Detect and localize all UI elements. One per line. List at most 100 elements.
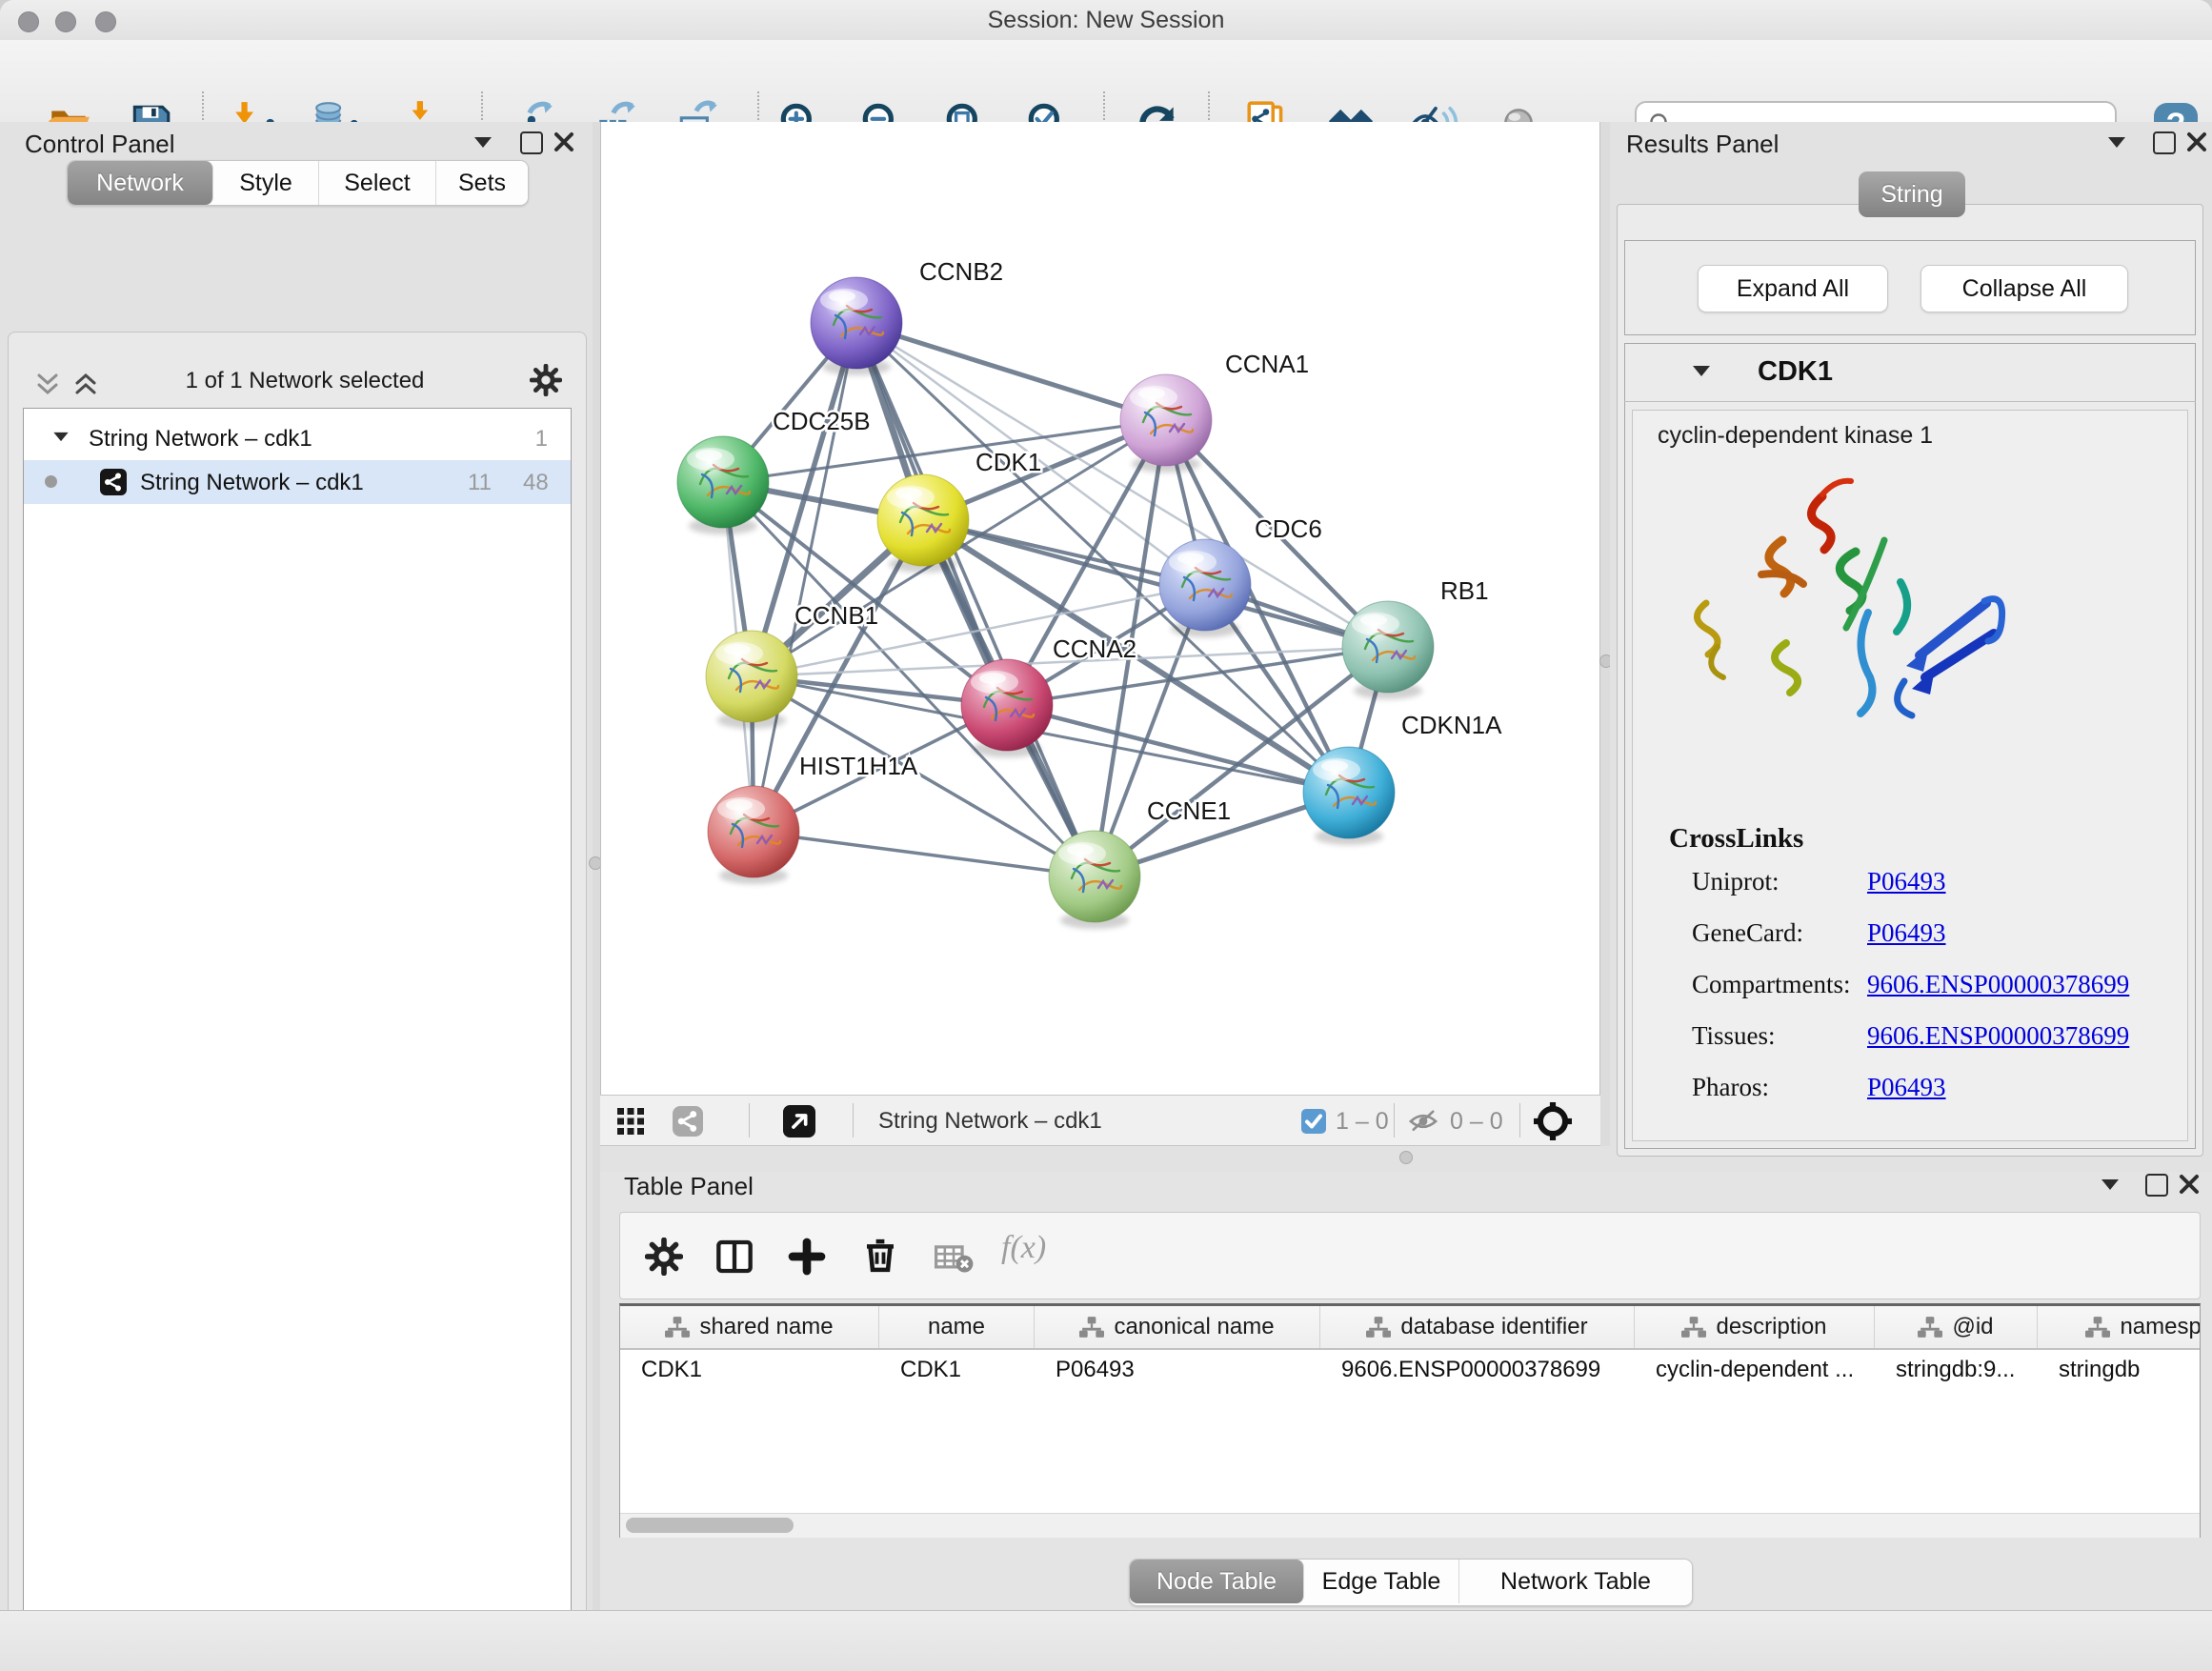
network-selected-status: 1 of 1 Network selected [105, 368, 505, 394]
cell-namespace: stringdb [2038, 1350, 2201, 1390]
node-table: shared name name canonical name database id… [619, 1303, 2201, 1538]
shared-column-icon [2085, 1317, 2110, 1338]
title-bar: Session: New Session [0, 0, 2212, 41]
tab-edge-table[interactable]: Edge Table [1304, 1560, 1459, 1603]
collection-disclosure-icon[interactable] [53, 433, 68, 441]
string-tab-label: String [1880, 181, 1942, 209]
table-row[interactable]: CDK1CDK1P064939606.ENSP00000378699cyclin… [620, 1350, 2201, 1390]
edge-CDC6-CCNB1[interactable] [752, 585, 1205, 676]
collection-label: String Network – cdk1 [89, 426, 312, 453]
gene-section-header[interactable]: CDK1 [1624, 343, 2196, 402]
node-label-CCNA1: CCNA1 [1225, 350, 1309, 378]
current-network-dot-icon [45, 475, 57, 488]
birds-eye-grid-icon[interactable] [617, 1108, 644, 1135]
status-bar: Memory [0, 1610, 2212, 1671]
crosslink-link[interactable]: P06493 [1867, 1073, 1946, 1102]
tab-string[interactable]: String [1859, 171, 1965, 217]
delete-table-icon [935, 1243, 975, 1274]
column-label: canonical name [1114, 1314, 1274, 1340]
crosslink-link[interactable]: P06493 [1867, 918, 1946, 948]
column-header-name[interactable]: name [879, 1306, 1035, 1348]
node-label-RB1: RB1 [1440, 576, 1489, 605]
edge-CCNB2-CCNA1[interactable] [856, 323, 1166, 420]
column-header-@id[interactable]: @id [1875, 1306, 2038, 1348]
cell-@id: stringdb:9... [1875, 1350, 2038, 1390]
panel-menu-icon[interactable] [2101, 1179, 2119, 1190]
crosslink-link[interactable]: P06493 [1867, 867, 1946, 896]
hidden-count: 0 – 0 [1450, 1096, 1503, 1147]
column-header-database-identifier[interactable]: database identifier [1320, 1306, 1635, 1348]
show-columns-icon[interactable] [715, 1238, 754, 1276]
tab-sets[interactable]: Sets [436, 161, 528, 205]
delete-column-icon[interactable] [860, 1236, 900, 1276]
crosslink-link[interactable]: 9606.ENSP00000378699 [1867, 970, 2129, 999]
collapse-all-tree-icon[interactable] [34, 372, 61, 398]
network-view-canvas[interactable]: CCNB2CCNA1CDC25BCDK1CDC6RB1CCNB1CCNA2CDK… [600, 122, 1600, 1095]
share-style-icon[interactable] [673, 1106, 703, 1137]
shared-column-icon [1681, 1317, 1706, 1338]
cell-database-identifier: 9606.ENSP00000378699 [1320, 1350, 1635, 1390]
column-header-canonical-name[interactable]: canonical name [1035, 1306, 1320, 1348]
scrollbar-thumb[interactable] [626, 1518, 794, 1533]
close-panel-icon[interactable] [2178, 1173, 2201, 1196]
shared-column-icon [1918, 1317, 1942, 1338]
table-horizontal-scrollbar[interactable] [620, 1513, 2200, 1538]
column-header-namespace[interactable]: namespace [2038, 1306, 2201, 1348]
tab-select[interactable]: Select [319, 161, 436, 205]
crosslink-link[interactable]: 9606.ENSP00000378699 [1867, 1021, 2129, 1051]
crosslink-label: GeneCard: [1692, 918, 1803, 948]
cytoscape-window: Session: New Session [0, 0, 2212, 1671]
crosslink-label: Uniprot: [1692, 867, 1780, 896]
gear-icon[interactable] [530, 364, 562, 396]
column-label: database identifier [1400, 1314, 1587, 1340]
results-panel-title: Results Panel [1626, 130, 1779, 159]
node-label-HIST1H1A: HIST1H1A [799, 752, 918, 780]
tab-network-table[interactable]: Network Table [1459, 1560, 1692, 1603]
collapse-all-button[interactable]: Collapse All [1920, 265, 2128, 312]
gene-symbol: CDK1 [1758, 356, 1833, 388]
edge-HIST1H1A-CCNE1[interactable] [754, 832, 1095, 876]
column-label: shared name [699, 1314, 833, 1340]
float-panel-icon[interactable] [520, 131, 543, 154]
node-label-CDK1: CDK1 [975, 448, 1041, 476]
network-tree: String Network – cdk1 1 String Network –… [23, 408, 572, 1671]
cell-canonical-name: P06493 [1035, 1350, 1320, 1390]
network-row-selected[interactable]: String Network – cdk1 11 48 [24, 460, 571, 504]
tab-node-table[interactable]: Node Table [1130, 1560, 1304, 1603]
panel-menu-icon[interactable] [474, 137, 492, 148]
close-panel-icon[interactable] [553, 131, 575, 153]
control-panel: Control Panel NetworkStyleSelectSets 1 o… [0, 122, 593, 1610]
tab-network[interactable]: Network [68, 161, 213, 205]
expand-all-button[interactable]: Expand All [1698, 265, 1888, 312]
network-graph[interactable]: CCNB2CCNA1CDC25BCDK1CDC6RB1CCNB1CCNA2CDK… [601, 122, 1601, 1095]
column-header-shared-name[interactable]: shared name [620, 1306, 879, 1348]
edge-CCNB2-CCNE1[interactable] [856, 323, 1095, 876]
crosslinks-heading: CrossLinks [1669, 823, 1803, 855]
fit-selected-target-icon[interactable] [1534, 1102, 1572, 1140]
network-collection-row[interactable]: String Network – cdk1 1 [24, 416, 571, 460]
shared-column-icon [1079, 1317, 1104, 1338]
selected-checkbox-icon[interactable] [1301, 1109, 1326, 1134]
right-splitter[interactable] [1600, 122, 1610, 1146]
open-external-icon[interactable] [783, 1105, 815, 1137]
gene-disclosure-icon[interactable] [1693, 366, 1710, 376]
crosslink-row: GeneCard: P06493 [1692, 918, 2178, 960]
bottom-splitter-handle[interactable] [1399, 1151, 1413, 1164]
network-node-count: 11 [468, 470, 492, 496]
node-label-CDKN1A: CDKN1A [1401, 711, 1502, 739]
main-toolbar: ? [0, 40, 2212, 123]
table-settings-gear-icon[interactable] [645, 1238, 683, 1276]
cell-description: cyclin-dependent ... [1635, 1350, 1875, 1390]
tab-style[interactable]: Style [213, 161, 319, 205]
float-panel-icon[interactable] [2145, 1174, 2168, 1197]
column-header-description[interactable]: description [1635, 1306, 1875, 1348]
close-panel-icon[interactable] [2185, 131, 2208, 153]
table-toolbar: f(x) [619, 1212, 2201, 1299]
crosslink-label: Tissues: [1692, 1021, 1776, 1051]
panel-menu-icon[interactable] [2108, 137, 2125, 148]
add-column-icon[interactable] [788, 1238, 826, 1276]
float-panel-icon[interactable] [2153, 131, 2176, 154]
expand-all-tree-icon[interactable] [72, 372, 99, 398]
node-label-CDC25B: CDC25B [773, 407, 871, 435]
crosslink-label: Pharos: [1692, 1073, 1769, 1102]
